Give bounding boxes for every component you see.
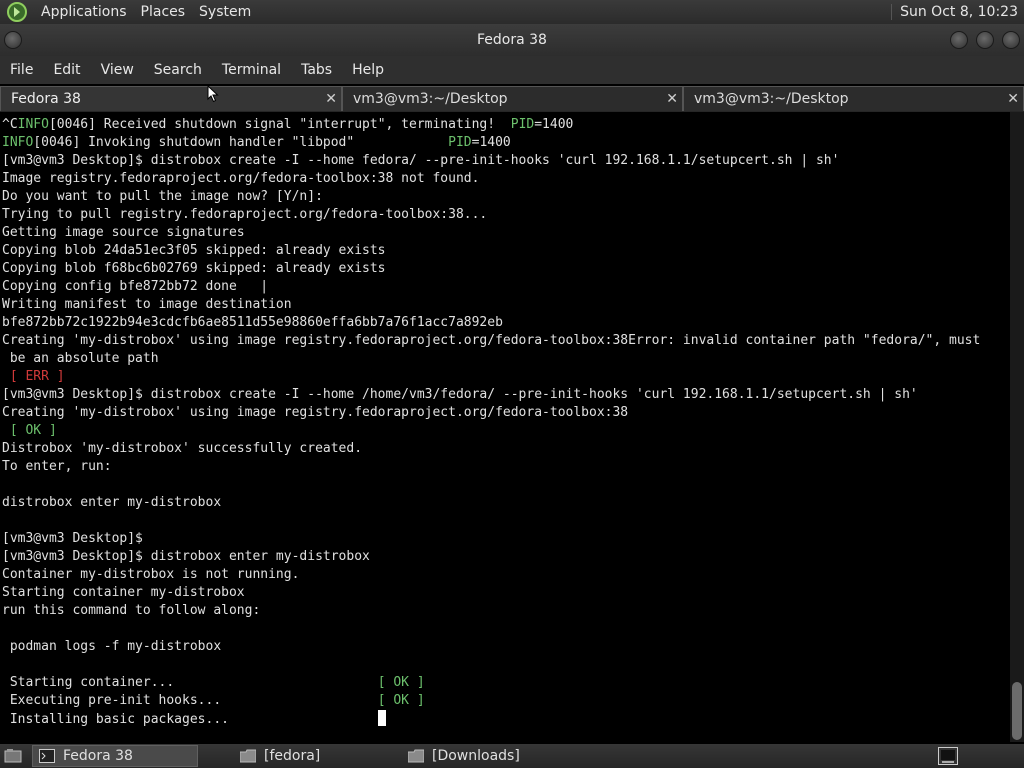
bottom-panel: Fedora 38 [fedora] [Downloads] [0, 744, 1024, 768]
err-status: [ ERR ] [2, 369, 65, 384]
folder-icon [408, 749, 424, 763]
ok-status: [ OK ] [2, 423, 57, 438]
taskbar-fedora-folder[interactable]: [fedora] [234, 745, 394, 767]
tab-label: vm3@vm3:~/Desktop [353, 91, 508, 107]
tab-fedora-38[interactable]: Fedora 38 ✕ [0, 86, 342, 111]
terminal-line: Container my-distrobox is not running. [2, 567, 300, 582]
tab-label: Fedora 38 [11, 91, 81, 107]
terminal-line: run this command to follow along: [2, 603, 261, 618]
tab-close-icon[interactable]: ✕ [325, 87, 337, 112]
window-menu-icon[interactable] [4, 31, 22, 49]
minimize-icon[interactable] [950, 31, 968, 49]
taskbar-downloads-folder[interactable]: [Downloads] [402, 745, 602, 767]
terminal-line: Image registry.fedoraproject.org/fedora-… [2, 171, 480, 186]
terminal-line: Copying blob 24da51ec3f05 skipped: alrea… [2, 243, 386, 258]
terminal-line: Getting image source signatures [2, 225, 245, 240]
terminal-line: bfe872bb72c1922b94e3cdcfb6ae8511d55e9886… [2, 315, 503, 330]
taskbar-label: [Downloads] [432, 748, 520, 764]
terminal-line: Trying to pull registry.fedoraproject.or… [2, 207, 488, 222]
menu-help[interactable]: Help [342, 56, 394, 84]
menu-edit[interactable]: Edit [43, 56, 90, 84]
fedora-logo-icon[interactable] [6, 1, 28, 23]
terminal-line: [vm3@vm3 Desktop]$ distrobox create -I -… [2, 153, 840, 168]
terminal-line: [vm3@vm3 Desktop]$ distrobox enter my-di… [2, 549, 370, 564]
system-menu[interactable]: System [192, 0, 258, 24]
show-desktop-icon[interactable] [4, 748, 22, 764]
terminal-line: Creating 'my-distrobox' using image regi… [2, 405, 629, 420]
terminal-line: Copying blob f68bc6b02769 skipped: alrea… [2, 261, 386, 276]
menubar: File Edit View Search Terminal Tabs Help [0, 56, 1024, 84]
terminal-line: [vm3@vm3 Desktop]$ distrobox create -I -… [2, 387, 918, 402]
menu-search[interactable]: Search [144, 56, 212, 84]
taskbar-fedora-38[interactable]: Fedora 38 [32, 745, 198, 767]
terminal-line: Creating 'my-distrobox' using image regi… [2, 333, 981, 348]
terminal-line: Writing manifest to image destination [2, 297, 292, 312]
folder-icon [240, 749, 256, 763]
top-panel: Applications Places System Sun Oct 8, 10… [0, 0, 1024, 24]
window-titlebar[interactable]: Fedora 38 [0, 24, 1024, 56]
terminal-icon [39, 749, 55, 763]
terminal-line: be an absolute path [2, 351, 159, 366]
terminal-line: INFO[0046] Invoking shutdown handler "li… [2, 135, 511, 150]
terminal-line: Distrobox 'my-distrobox' successfully cr… [2, 441, 363, 456]
tab-label: vm3@vm3:~/Desktop [694, 91, 849, 107]
places-menu[interactable]: Places [134, 0, 193, 24]
terminal-line: distrobox enter my-distrobox [2, 495, 222, 510]
clock[interactable]: Sun Oct 8, 10:23 [891, 4, 1024, 20]
menu-file[interactable]: File [0, 56, 43, 84]
tab-close-icon[interactable]: ✕ [1007, 87, 1019, 112]
tab-close-icon[interactable]: ✕ [666, 87, 678, 112]
terminal-cursor [377, 710, 386, 726]
terminal-line: To enter, run: [2, 459, 112, 474]
terminal-line: Installing basic packages... [2, 710, 386, 727]
terminal-line: [vm3@vm3 Desktop]$ [2, 531, 143, 546]
terminal-area[interactable]: ^CINFO[0046] Received shutdown signal "i… [0, 112, 1010, 742]
maximize-icon[interactable] [976, 31, 994, 49]
window-title: Fedora 38 [477, 32, 547, 48]
terminal-line: Starting container... [ OK ] [2, 675, 425, 690]
terminal-scrollbar[interactable] [1010, 112, 1024, 742]
terminal-line: Starting container my-distrobox [2, 585, 245, 600]
scrollbar-thumb[interactable] [1012, 682, 1022, 740]
terminal-output: ^CINFO[0046] Received shutdown signal "i… [0, 112, 1010, 729]
menu-terminal[interactable]: Terminal [212, 56, 291, 84]
terminal-line: Copying config bfe872bb72 done | [2, 279, 269, 294]
close-window-icon[interactable] [1002, 31, 1020, 49]
tab-vm3-desktop-2[interactable]: vm3@vm3:~/Desktop ✕ [683, 86, 1024, 111]
applications-menu[interactable]: Applications [34, 0, 134, 24]
terminal-line: ^CINFO[0046] Received shutdown signal "i… [2, 117, 574, 132]
mouse-pointer-icon [207, 85, 219, 103]
taskbar-label: Fedora 38 [63, 748, 133, 764]
tab-bar: Fedora 38 ✕ vm3@vm3:~/Desktop ✕ vm3@vm3:… [0, 86, 1024, 112]
menu-tabs[interactable]: Tabs [291, 56, 342, 84]
menu-view[interactable]: View [91, 56, 144, 84]
terminal-launcher-icon[interactable] [938, 747, 958, 765]
tab-vm3-desktop-1[interactable]: vm3@vm3:~/Desktop ✕ [342, 86, 683, 111]
terminal-line: podman logs -f my-distrobox [2, 639, 222, 654]
terminal-line: Executing pre-init hooks... [ OK ] [2, 693, 425, 708]
terminal-line: Do you want to pull the image now? [Y/n]… [2, 189, 323, 204]
taskbar-label: [fedora] [264, 748, 321, 764]
